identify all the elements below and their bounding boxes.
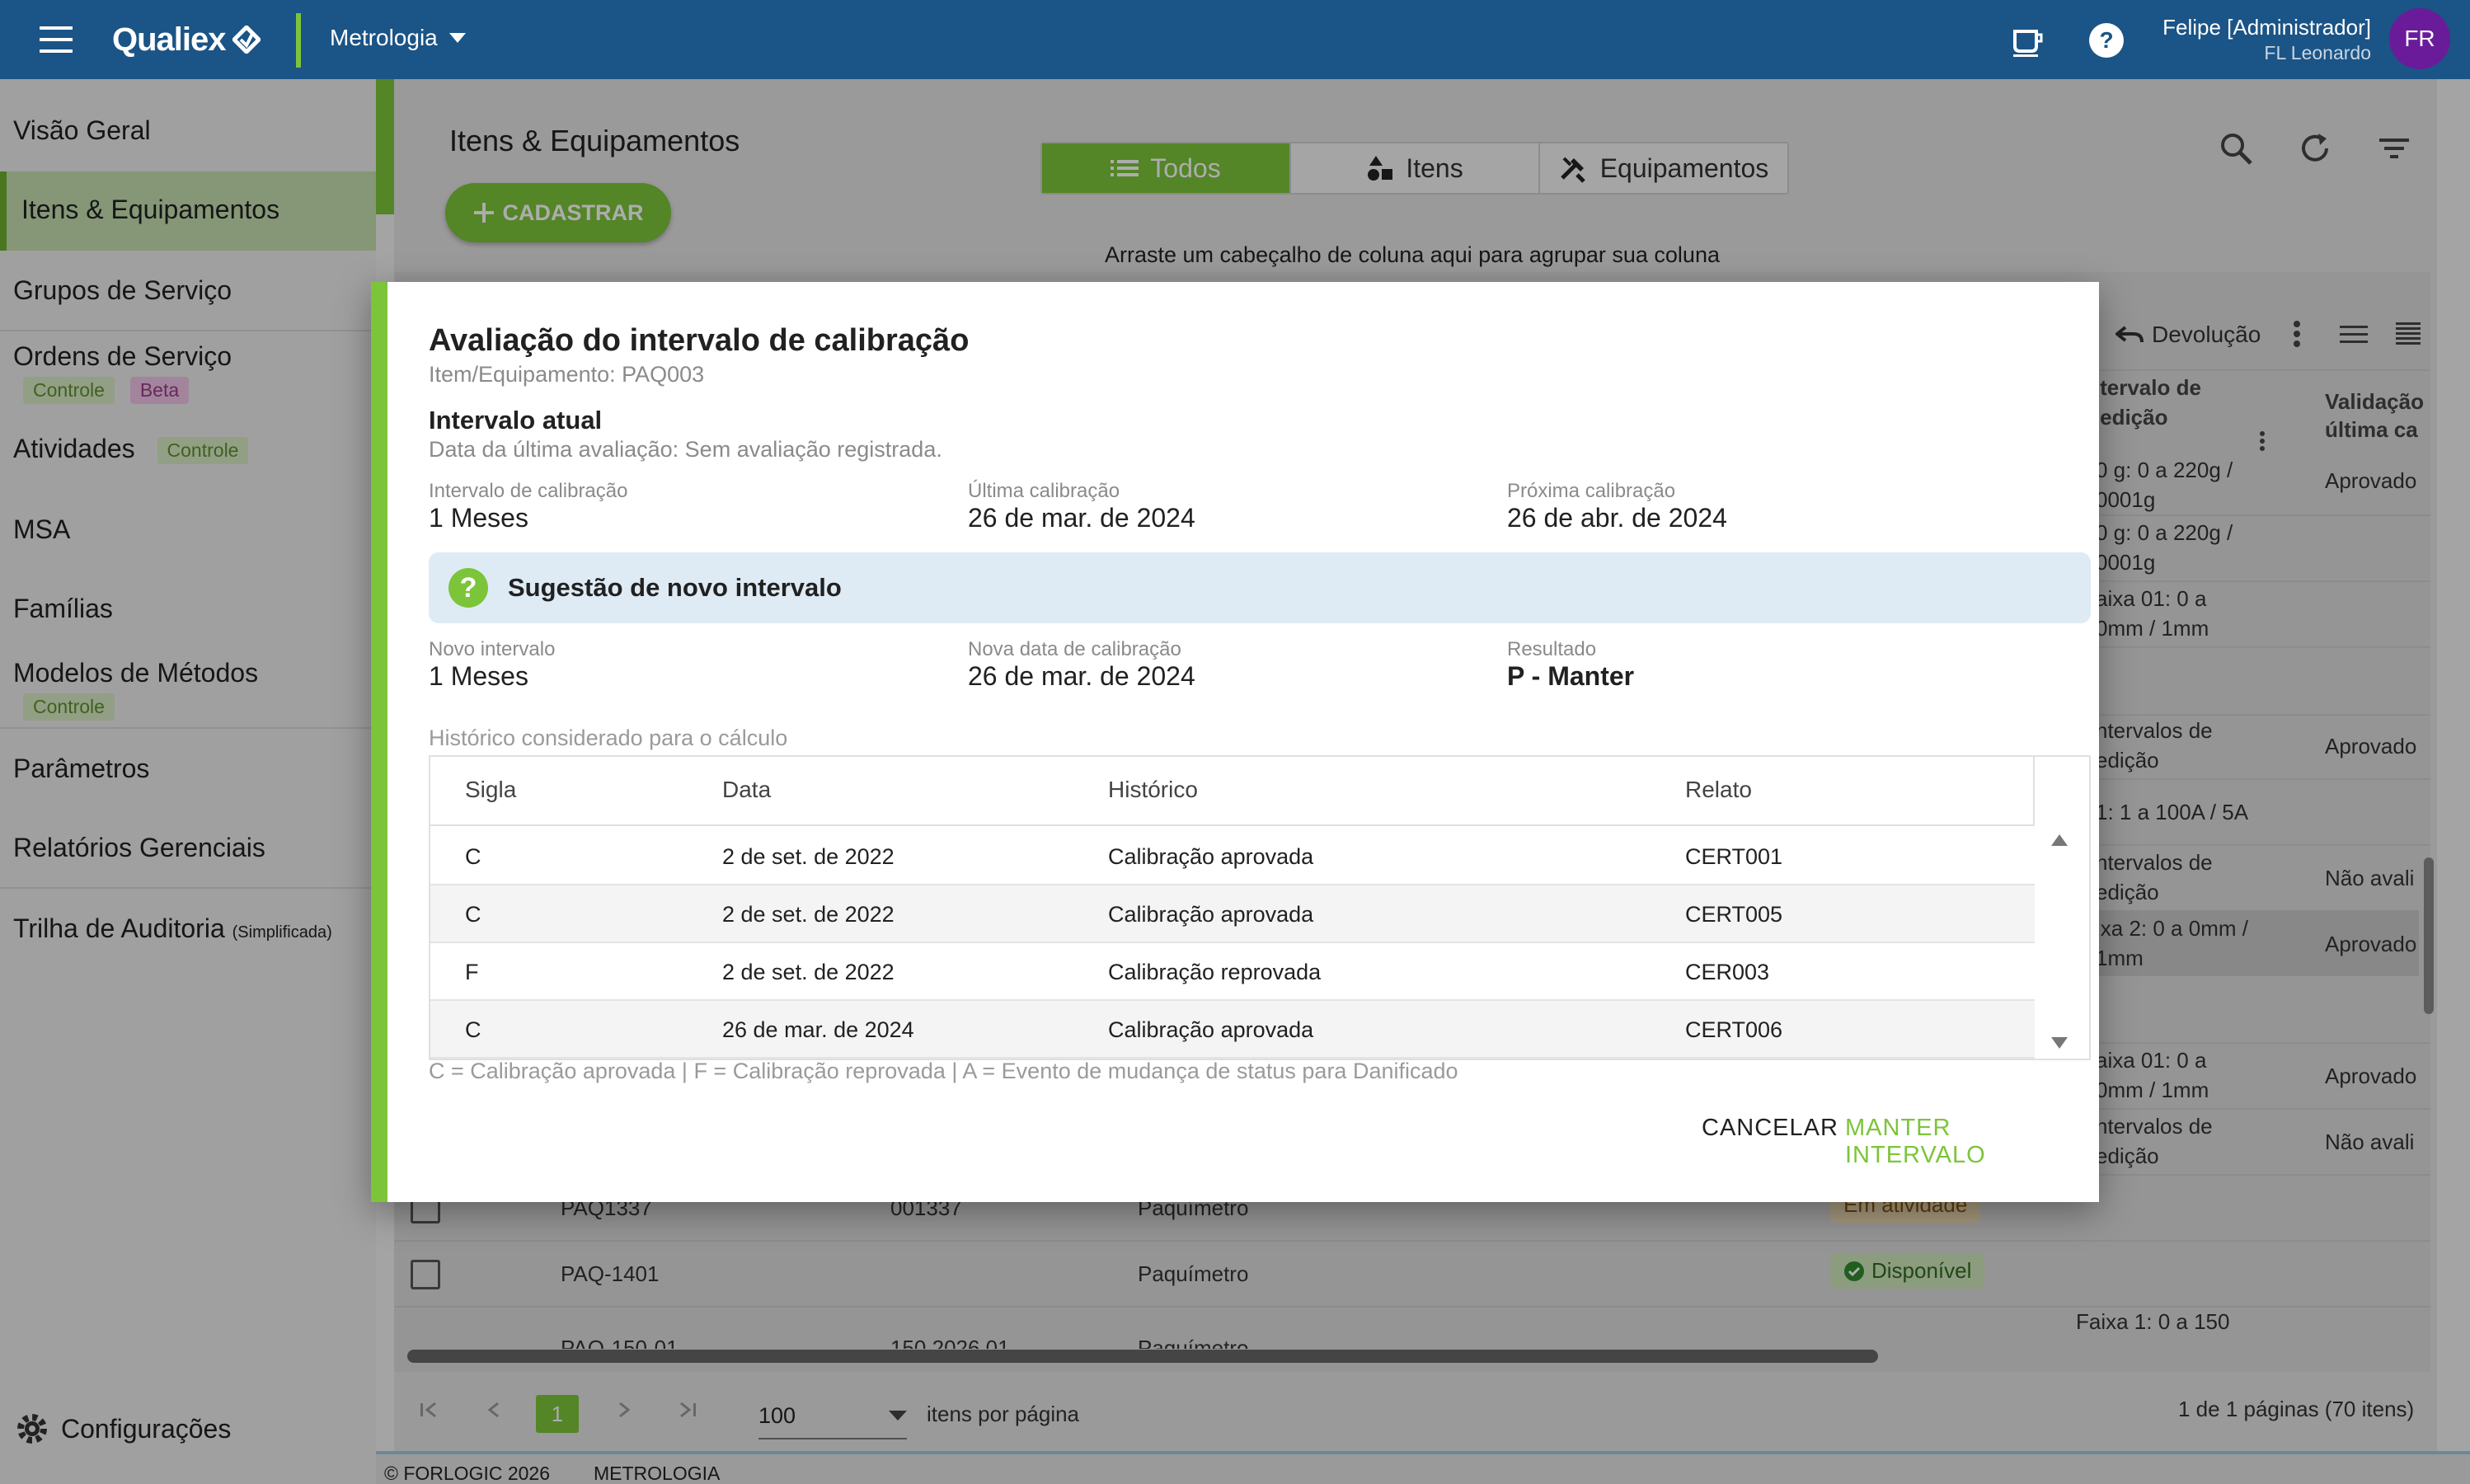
user-company: FL Leonardo [2264,42,2371,63]
column-header-sigla[interactable]: Sigla [465,777,516,803]
dialog-title: Avaliação do intervalo de calibração [429,323,970,358]
chevron-down-icon [448,33,466,43]
logo-text: Qualiex [112,21,227,58]
dialog-subtitle: Item/Equipamento: PAQ003 [429,362,705,387]
user-info[interactable]: Felipe [Administrador] FL Leonardo [2162,15,2371,64]
current-interval-field: Intervalo de calibração 1 Meses [429,480,627,533]
history-legend: C = Calibração aprovada | F = Calibração… [429,1059,1458,1083]
cell-data: 2 de set. de 2022 [722,960,895,984]
avatar[interactable]: FR [2389,8,2450,69]
module-name: Metrologia [330,25,438,50]
field-value: 26 de abr. de 2024 [1507,503,1727,533]
table-row[interactable]: C 2 de set. de 2022 Calibração aprovada … [430,828,2035,885]
cell-historico: Calibração reprovada [1108,960,1322,984]
field-label: Resultado [1507,638,1597,660]
cell-sigla: F [465,960,479,984]
cell-historico: Calibração aprovada [1108,1017,1314,1042]
field-value: 1 Meses [429,661,528,691]
suggestion-banner-text: Sugestão de novo intervalo [508,573,842,602]
table-row[interactable]: C 2 de set. de 2022 Calibração aprovada … [430,885,2035,943]
new-interval-field: Novo intervalo 1 Meses [429,638,555,692]
field-label: Intervalo de calibração [429,480,628,502]
table-row[interactable]: C 26 de mar. de 2024 Calibração aprovada… [430,1001,2035,1059]
calibration-interval-dialog: Avaliação do intervalo de calibração Ite… [371,282,2099,1202]
keep-interval-button[interactable]: MANTER INTERVALO [1845,1115,2099,1169]
cell-data: 2 de set. de 2022 [722,902,895,927]
question-icon: ? [448,568,488,608]
field-value: P - Manter [1507,661,1635,691]
last-evaluation-text: Data da última avaliação: Sem avaliação … [429,437,942,462]
history-label: Histórico considerado para o cálculo [429,726,788,750]
cell-relato: CERT001 [1685,844,1783,869]
field-value: 26 de mar. de 2024 [968,661,1195,691]
cell-historico: Calibração aprovada [1108,844,1314,869]
table-row[interactable]: F 2 de set. de 2022 Calibração reprovada… [430,943,2035,1001]
field-label: Próxima calibração [1507,480,1676,502]
user-name: Felipe [Administrador] [2162,15,2371,40]
cell-sigla: C [465,844,481,869]
new-date-field: Nova data de calibração 26 de mar. de 20… [968,638,1195,692]
suggestion-banner: ? Sugestão de novo intervalo [429,552,2091,623]
top-bar: Qualiex Metrologia ? Felipe [Administrad… [0,0,2470,79]
column-header-data[interactable]: Data [722,777,771,803]
cell-sigla: C [465,902,481,927]
logo-mark-icon [232,26,261,54]
last-calibration-field: Última calibração 26 de mar. de 2024 [968,480,1195,533]
cell-sigla: C [465,1017,481,1042]
field-label: Novo intervalo [429,638,556,660]
cell-relato: CERT005 [1685,902,1783,927]
module-selector[interactable]: Metrologia [330,25,466,51]
cell-data: 2 de set. de 2022 [722,844,895,869]
column-header-historico[interactable]: Histórico [1108,777,1198,803]
field-value: 26 de mar. de 2024 [968,503,1195,533]
cup-icon[interactable] [2008,21,2046,59]
svg-text:?: ? [2099,27,2113,53]
column-header-relato[interactable]: Relato [1685,777,1752,803]
help-icon[interactable]: ? [2087,21,2125,59]
field-value: 1 Meses [429,503,528,533]
cell-relato: CERT006 [1685,1017,1783,1042]
next-calibration-field: Próxima calibração 26 de abr. de 2024 [1507,480,1727,533]
header-divider [296,13,301,68]
qualiex-logo[interactable]: Qualiex [112,18,261,61]
cell-data: 26 de mar. de 2024 [722,1017,914,1042]
menu-icon[interactable] [40,25,79,54]
scroll-down-icon[interactable] [2051,1037,2068,1049]
field-label: Nova data de calibração [968,638,1181,660]
scroll-up-icon[interactable] [2051,834,2068,846]
result-field: Resultado P - Manter [1507,638,1634,692]
current-interval-heading: Intervalo atual [429,406,603,434]
table-header: Sigla Data Histórico Relato [430,757,2035,826]
cancel-button[interactable]: CANCELAR [1702,1115,1838,1142]
field-label: Última calibração [968,480,1120,502]
cell-historico: Calibração aprovada [1108,902,1314,927]
cell-relato: CER003 [1685,960,1770,984]
history-table: Sigla Data Histórico Relato C 2 de set. … [429,755,2091,1060]
